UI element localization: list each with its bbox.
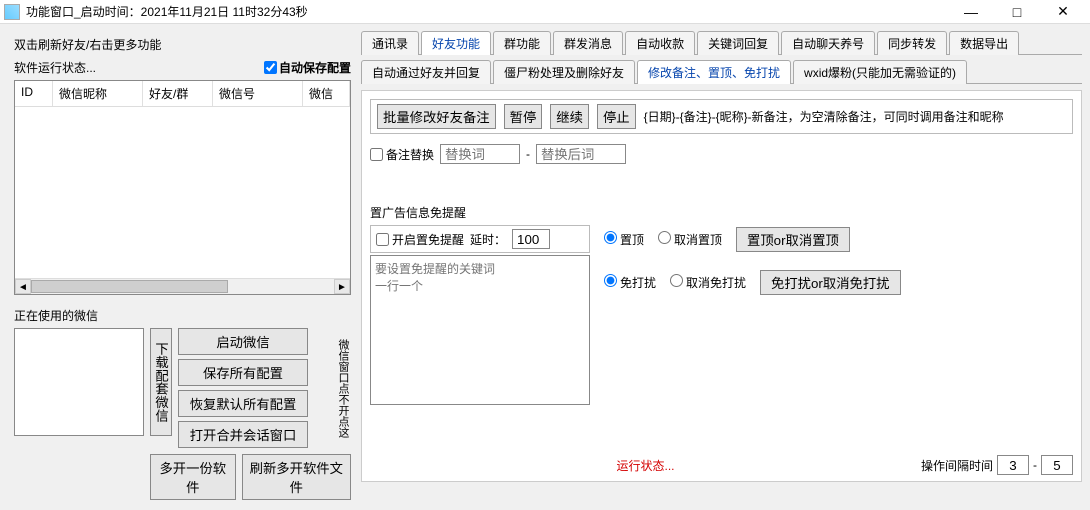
wechat-window-tip[interactable]: 微信窗口点不开点这	[331, 328, 351, 448]
start-wechat-button[interactable]: 启动微信	[178, 328, 308, 355]
ad-section-title: 置广告信息免提醒	[370, 204, 1073, 221]
stop-button[interactable]: 停止	[597, 104, 636, 129]
subtab-remark[interactable]: 修改备注、置顶、免打扰	[637, 60, 791, 84]
tab-groups[interactable]: 群功能	[493, 31, 551, 55]
content-panel: 批量修改好友备注 暂停 继续 停止 {日期}-{备注}-{昵称}-新备注，为空清…	[361, 90, 1082, 482]
h-scrollbar[interactable]: ◄ ►	[15, 278, 350, 294]
dash: -	[526, 147, 530, 161]
radio-mute[interactable]: 免打扰	[604, 274, 656, 291]
radio-pin[interactable]: 置顶	[604, 231, 644, 248]
using-wechat-list[interactable]	[14, 328, 144, 436]
enable-mute-label: 开启置免提醒	[392, 231, 464, 248]
subtab-wxid[interactable]: wxid爆粉(只能加无需验证的)	[793, 60, 967, 84]
tab-autopay[interactable]: 自动收款	[625, 31, 695, 55]
col-type[interactable]: 好友/群	[143, 81, 213, 106]
close-button[interactable]: ✕	[1040, 1, 1086, 23]
tab-mass[interactable]: 群发消息	[553, 31, 623, 55]
delay-label: 延时：	[470, 231, 506, 248]
mute-toggle-button[interactable]: 免打扰or取消免打扰	[760, 270, 900, 295]
left-hint: 双击刷新好友/右击更多功能	[14, 36, 351, 53]
scroll-right-icon[interactable]: ►	[334, 279, 350, 294]
scroll-left-icon[interactable]: ◄	[15, 279, 31, 294]
pin-toggle-button[interactable]: 置顶or取消置顶	[736, 227, 850, 252]
multi-open-button[interactable]: 多开一份软件	[150, 454, 236, 500]
left-panel: 双击刷新好友/右击更多功能 软件运行状态... 自动保存配置 ID 微信昵称 好…	[0, 24, 355, 508]
radio-unpin[interactable]: 取消置顶	[658, 231, 722, 248]
autosave-label: 自动保存配置	[279, 59, 351, 76]
delay-input[interactable]	[512, 229, 550, 249]
interval-from-input[interactable]	[997, 455, 1029, 475]
pause-button[interactable]: 暂停	[504, 104, 543, 129]
open-merge-window-button[interactable]: 打开合并会话窗口	[178, 421, 308, 448]
download-wechat-button[interactable]: 下载配套微信	[150, 328, 172, 436]
replace-to-input[interactable]	[536, 144, 626, 164]
interval-dash: -	[1033, 458, 1037, 472]
tab-sync[interactable]: 同步转发	[877, 31, 947, 55]
replace-checkbox[interactable]: 备注替换	[370, 146, 434, 163]
replace-from-input[interactable]	[440, 144, 520, 164]
scroll-thumb[interactable]	[31, 280, 228, 293]
col-wxid[interactable]: 微信号	[213, 81, 303, 106]
tab-keyword[interactable]: 关键词回复	[697, 31, 779, 55]
minimize-button[interactable]: —	[948, 1, 994, 23]
col-wx[interactable]: 微信	[303, 81, 350, 106]
app-icon	[4, 4, 20, 20]
tab-autochat[interactable]: 自动聊天养号	[781, 31, 875, 55]
resume-button[interactable]: 继续	[550, 104, 589, 129]
replace-label: 备注替换	[386, 146, 434, 163]
tab-export[interactable]: 数据导出	[949, 31, 1019, 55]
right-panel: 通讯录 好友功能 群功能 群发消息 自动收款 关键词回复 自动聊天养号 同步转发…	[355, 24, 1090, 508]
window-controls: — □ ✕	[948, 1, 1086, 23]
refresh-multi-button[interactable]: 刷新多开软件文件	[242, 454, 351, 500]
col-id[interactable]: ID	[15, 81, 53, 106]
col-nickname[interactable]: 微信昵称	[53, 81, 143, 106]
tab-contacts[interactable]: 通讯录	[361, 31, 419, 55]
interval-label: 操作间隔时间	[921, 457, 993, 474]
batch-remark-button[interactable]: 批量修改好友备注	[377, 104, 496, 129]
maximize-button[interactable]: □	[994, 1, 1040, 23]
friends-table[interactable]: ID 微信昵称 好友/群 微信号 微信 ◄ ►	[14, 80, 351, 295]
radio-unmute[interactable]: 取消免打扰	[670, 274, 746, 291]
using-wechat-label: 正在使用的微信	[14, 307, 351, 324]
remark-hint: {日期}-{备注}-{昵称}-新备注，为空清除备注，可同时调用备注和昵称	[644, 108, 1004, 125]
restore-config-button[interactable]: 恢复默认所有配置	[178, 390, 308, 417]
subtab-autoaccept[interactable]: 自动通过好友并回复	[361, 60, 491, 84]
software-status: 软件运行状态...	[14, 59, 264, 76]
run-status: 运行状态...	[370, 457, 921, 474]
tab-friends[interactable]: 好友功能	[421, 31, 491, 55]
titlebar: 功能窗口_启动时间：2021年11月21日 11时32分43秒 — □ ✕	[0, 0, 1090, 24]
interval-to-input[interactable]	[1041, 455, 1073, 475]
window-title: 功能窗口_启动时间：2021年11月21日 11时32分43秒	[26, 3, 948, 20]
subtab-zombie[interactable]: 僵尸粉处理及删除好友	[493, 60, 635, 84]
autosave-checkbox[interactable]: 自动保存配置	[264, 59, 351, 76]
enable-mute-checkbox[interactable]: 开启置免提醒	[376, 231, 464, 248]
save-config-button[interactable]: 保存所有配置	[178, 359, 308, 386]
keywords-textarea[interactable]	[370, 255, 590, 405]
